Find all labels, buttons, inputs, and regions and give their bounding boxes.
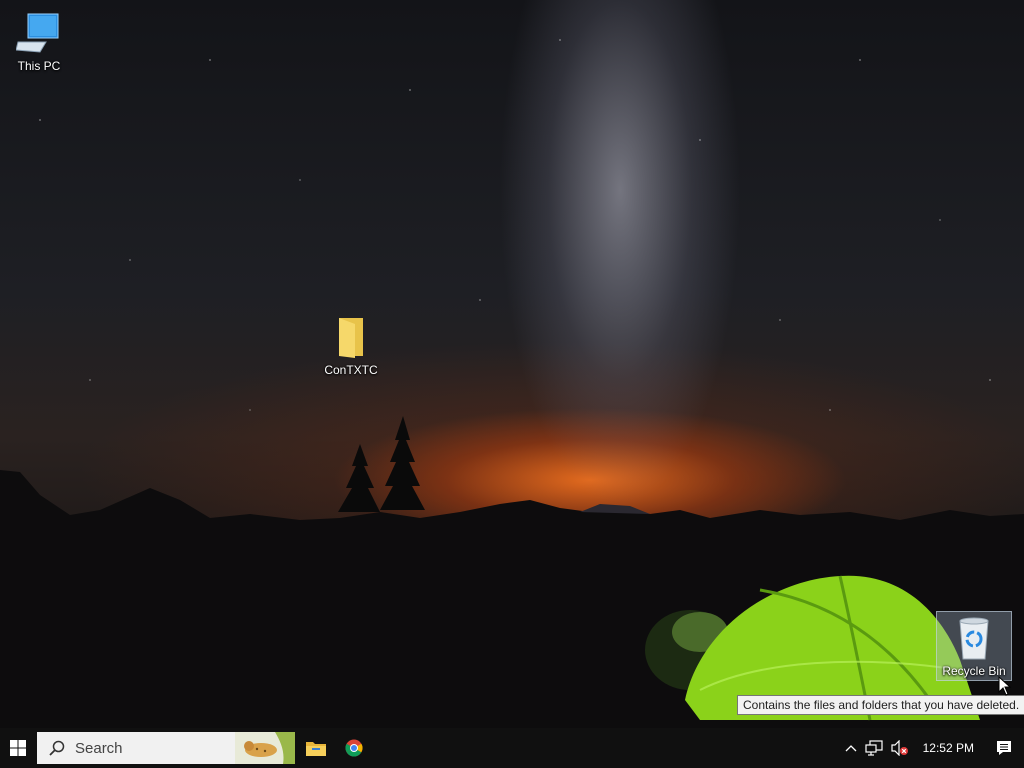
desktop-icon-label: Recycle Bin [942, 664, 1006, 678]
desktop-icon-this-pc[interactable]: This PC [1, 6, 77, 76]
action-center-icon [997, 741, 1011, 755]
file-explorer-icon [306, 742, 326, 756]
desktop-icon-recycle-bin[interactable]: Recycle Bin [936, 611, 1012, 681]
search-placeholder: Search [75, 739, 123, 757]
recycle-bin-icon [950, 614, 998, 662]
volume-button[interactable] [887, 728, 913, 768]
taskbar-file-explorer[interactable] [297, 728, 335, 768]
system-tray: 12:52 PM [841, 728, 1024, 768]
search-box[interactable]: Search [37, 732, 295, 764]
action-center-button[interactable] [984, 728, 1024, 768]
taskbar-chrome[interactable] [335, 728, 373, 768]
tooltip: Contains the files and folders that you … [737, 695, 1024, 715]
windows-logo-icon [10, 740, 26, 756]
taskbar-clock[interactable]: 12:52 PM [913, 741, 984, 755]
desktop-icon-label: ConTXTC [324, 363, 378, 377]
volume-muted-icon [891, 740, 908, 756]
network-status-button[interactable] [861, 728, 887, 768]
taskbar: Search 12:52 PM [0, 728, 1024, 768]
show-hidden-icons-button[interactable] [841, 728, 861, 768]
chevron-up-icon [845, 745, 857, 752]
desktop-icon-contxtc-folder[interactable]: ConTXTC [313, 310, 389, 380]
mouse-cursor-icon [998, 676, 1012, 696]
desktop-icon-label: This PC [17, 59, 61, 73]
landscape-silhouette [0, 416, 1024, 728]
computer-icon [15, 9, 63, 57]
search-icon [49, 740, 65, 756]
folder-icon [327, 313, 375, 361]
search-highlight-art [235, 732, 295, 764]
start-button[interactable] [0, 728, 36, 768]
chrome-icon [345, 739, 363, 757]
network-icon [865, 740, 883, 756]
desktop-background[interactable]: This PC ConTXTC Recycle Bin Contains the… [0, 0, 1024, 728]
